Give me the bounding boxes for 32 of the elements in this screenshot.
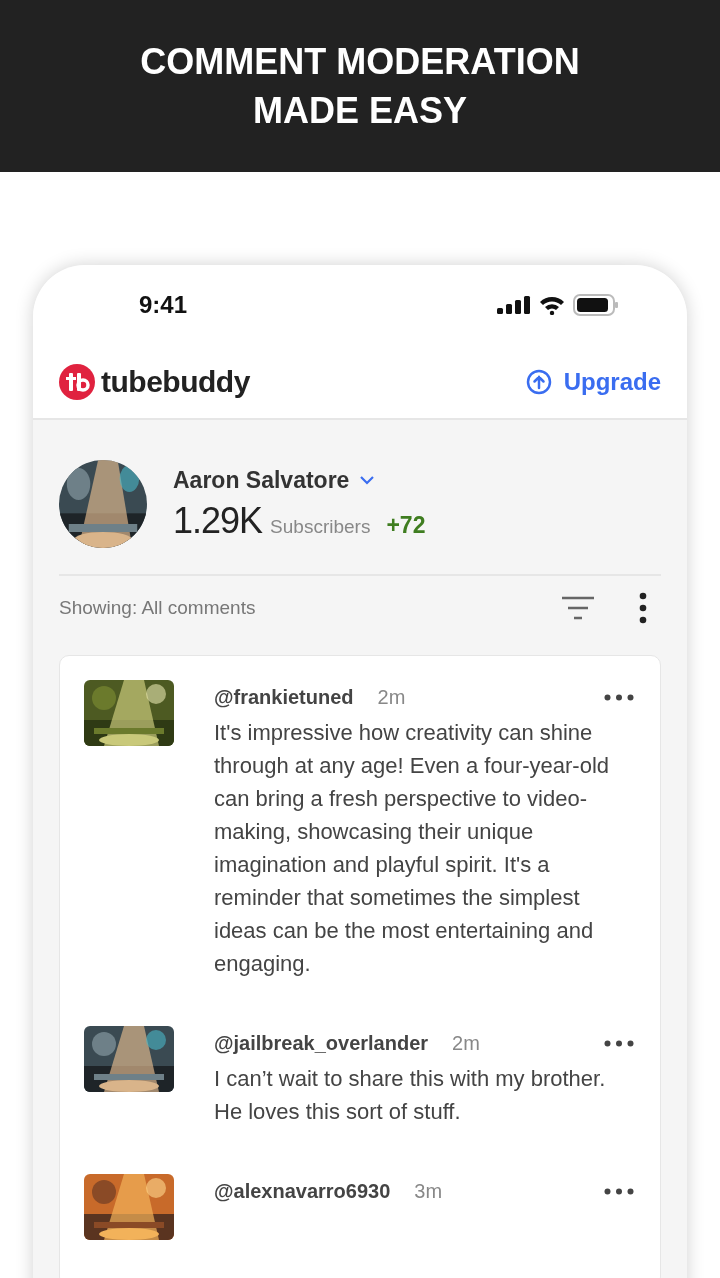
banner-title: COMMENT MODERATION MADE EASY xyxy=(140,40,580,133)
comment-author: @frankietuned xyxy=(214,685,354,709)
more-vertical-icon xyxy=(639,592,647,624)
upgrade-button[interactable]: Upgrade xyxy=(525,367,661,396)
filter-label: Showing: All comments xyxy=(59,597,257,619)
more-options-button[interactable] xyxy=(604,1039,634,1047)
chevron-down-icon[interactable] xyxy=(359,475,376,485)
upload-icon xyxy=(525,368,552,395)
comment-text: It's impressive how creativity can shine through at any age! Even a four-year-old can bring a fresh perspective to video-making, showcasing their unique imagination and playful spirit. It's a reminder that sometimes the simplest ideas can be the most entertaining and engaging. xyxy=(214,719,611,978)
battery-icon xyxy=(573,294,619,316)
more-options-button[interactable] xyxy=(604,1187,634,1195)
wifi-icon xyxy=(539,295,565,315)
subscriber-count: 1.29K xyxy=(173,499,263,542)
signal-icon xyxy=(497,296,531,314)
comment-time: 2m xyxy=(452,1031,481,1055)
subscriber-label: Subscribers xyxy=(270,515,371,538)
filter-icon xyxy=(561,595,595,621)
comment-text: I can’t wait to share this with my brother. He loves this sort of stuff. xyxy=(214,1065,607,1126)
subscriber-change: +72 xyxy=(386,511,426,539)
more-horizontal-icon xyxy=(604,693,634,701)
more-horizontal-icon xyxy=(604,1187,634,1195)
more-horizontal-icon xyxy=(604,1039,634,1047)
more-options-button[interactable] xyxy=(639,592,647,624)
comment-author: @jailbreak_overlander xyxy=(214,1031,429,1055)
filter-button[interactable] xyxy=(561,595,595,621)
comment-time: 3m xyxy=(414,1179,444,1203)
comment-author: @alexnavarro6930 xyxy=(214,1179,391,1203)
channel-name: Aaron Salvatore xyxy=(173,466,350,494)
status-time: 9:41 xyxy=(139,291,188,319)
app-logo: tubebuddy xyxy=(59,363,250,400)
more-options-button[interactable] xyxy=(604,693,634,701)
comment-time: 2m xyxy=(377,685,407,709)
